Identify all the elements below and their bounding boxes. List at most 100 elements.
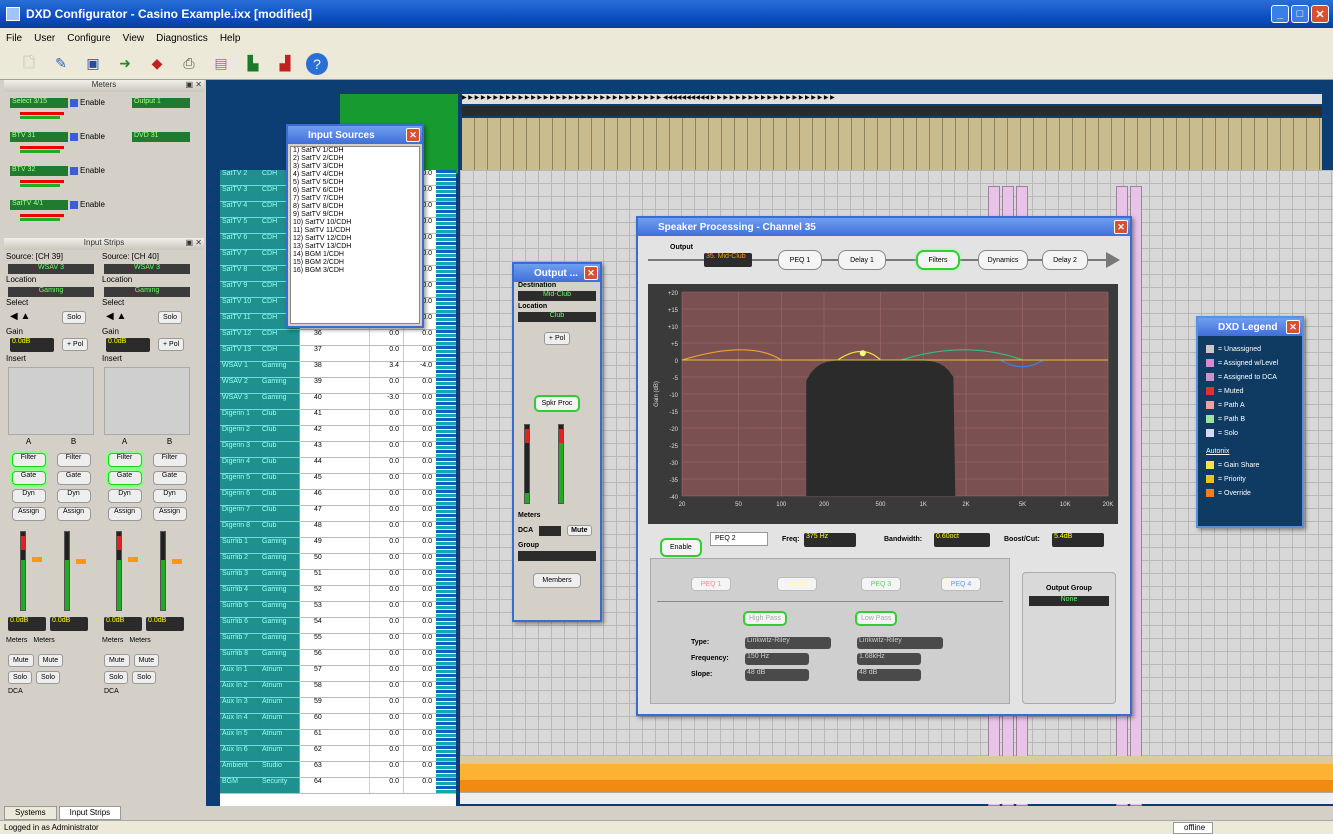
- dyn-button[interactable]: Dyn: [56, 489, 91, 503]
- bandwidth-spinner[interactable]: 0.60oct: [934, 533, 990, 547]
- input-source-item[interactable]: 12) SatTV 12/CDH: [291, 235, 419, 243]
- meters-checkbox[interactable]: Meters: [6, 637, 27, 644]
- enable-checkbox[interactable]: Enable: [70, 132, 105, 141]
- input-source-item[interactable]: 8) SatTV 8/CDH: [291, 203, 419, 211]
- channel-row[interactable]: Aux In 1 Atrium 57 0.0 0.0: [220, 666, 456, 682]
- gate-button[interactable]: Gate: [152, 471, 187, 485]
- channel-row[interactable]: Ambient Studio 63 0.0 0.0: [220, 762, 456, 778]
- peq1-button[interactable]: PEQ 1: [778, 250, 822, 270]
- plug-out-icon[interactable]: ▟: [274, 53, 296, 75]
- gate-button[interactable]: Gate: [11, 471, 46, 485]
- help-icon[interactable]: ?: [306, 52, 328, 75]
- output-select[interactable]: 35. Mid-Club: [704, 253, 752, 267]
- hp-type-dropdown[interactable]: Linkwitz-Riley: [745, 637, 831, 649]
- spkr-proc-button[interactable]: Spkr Proc: [533, 395, 581, 412]
- channel-row[interactable]: Digerin 2 Club 42 0.0 0.0: [220, 426, 456, 442]
- channel-row[interactable]: Aux In 3 Atrium 59 0.0 0.0: [220, 698, 456, 714]
- peq3-select-button[interactable]: PEQ 3: [861, 577, 901, 591]
- solo-button[interactable]: Solo: [8, 671, 33, 684]
- mute-button[interactable]: Mute: [567, 525, 592, 536]
- menu-user[interactable]: User: [34, 33, 55, 44]
- channel-row[interactable]: Digerin 7 Club 47 0.0 0.0: [220, 506, 456, 522]
- meters-checkbox[interactable]: Meters: [514, 512, 600, 519]
- menu-configure[interactable]: Configure: [67, 33, 110, 44]
- channel-row[interactable]: Surrlib 7 Gaming 55 0.0 0.0: [220, 634, 456, 650]
- menu-help[interactable]: Help: [220, 33, 241, 44]
- output-group-value[interactable]: None: [1029, 596, 1109, 606]
- input-source-item[interactable]: 7) SatTV 7/CDH: [291, 195, 419, 203]
- destination-value[interactable]: Mid-Club: [518, 291, 596, 301]
- channel-row[interactable]: WSAV 1 Gaming 38 3.4 -4.0: [220, 362, 456, 378]
- solo-button[interactable]: Solo: [132, 671, 157, 684]
- close-button[interactable]: ✕: [1311, 5, 1329, 23]
- plug-in-icon[interactable]: ▙: [242, 53, 264, 75]
- fader-knob[interactable]: [128, 557, 138, 562]
- fader-knob[interactable]: [32, 557, 42, 562]
- channel-row[interactable]: Digerin 5 Club 45 0.0 0.0: [220, 474, 456, 490]
- gain-spinner[interactable]: 0.0dB: [106, 338, 150, 352]
- input-source-item[interactable]: 5) SatTV 5/CDH: [291, 179, 419, 187]
- arrow-left-icon[interactable]: ◆: [146, 53, 168, 75]
- peq2-select-button[interactable]: PEQ 2: [777, 577, 817, 591]
- gate-button[interactable]: Gate: [56, 471, 91, 485]
- fader-knob[interactable]: [76, 559, 86, 564]
- filter-button[interactable]: Filter: [107, 453, 142, 467]
- channel-row[interactable]: Surrlib 5 Gaming 53 0.0 0.0: [220, 602, 456, 618]
- level-value[interactable]: 0.0dB: [50, 617, 88, 631]
- assign-button[interactable]: Assign: [152, 507, 187, 521]
- input-source-item[interactable]: 15) BGM 2/CDH: [291, 259, 419, 267]
- menu-file[interactable]: File: [6, 33, 22, 44]
- enable-button[interactable]: Enable: [660, 538, 702, 557]
- open-icon[interactable]: ✎: [50, 53, 72, 75]
- filter-button[interactable]: Filter: [56, 453, 91, 467]
- solo-button[interactable]: Solo: [158, 311, 183, 324]
- panel-close-icon[interactable]: ▣ ✕: [186, 238, 202, 247]
- dyn-button[interactable]: Dyn: [11, 489, 46, 503]
- peq2-handle[interactable]: [859, 350, 866, 357]
- tab-systems[interactable]: Systems: [4, 806, 57, 820]
- delay2-button[interactable]: Delay 2: [1042, 250, 1088, 270]
- tab-input-strips[interactable]: Input Strips: [58, 806, 122, 820]
- dyn-button[interactable]: Dyn: [152, 489, 187, 503]
- phase-button[interactable]: + Pol: [62, 338, 89, 351]
- input-source-item[interactable]: 1) SatTV 1/CDH: [291, 147, 419, 155]
- channel-row[interactable]: Surrlib 1 Gaming 49 0.0 0.0: [220, 538, 456, 554]
- menu-diagnostics[interactable]: Diagnostics: [156, 33, 208, 44]
- assign-button[interactable]: Assign: [11, 507, 46, 521]
- channel-row[interactable]: SatTV 12 CDH 36 0.0 0.0: [220, 330, 456, 346]
- delay1-button[interactable]: Delay 1: [838, 250, 886, 270]
- menu-view[interactable]: View: [123, 33, 145, 44]
- low-pass-button[interactable]: Low Pass: [855, 611, 898, 626]
- channel-row[interactable]: Digerin 4 Club 44 0.0 0.0: [220, 458, 456, 474]
- close-icon[interactable]: ✕: [584, 266, 598, 280]
- save-icon[interactable]: ▣: [82, 53, 104, 75]
- dynamics-button[interactable]: Dynamics: [978, 250, 1028, 270]
- meters-checkbox[interactable]: Meters: [129, 637, 150, 644]
- hp-frequency-spinner[interactable]: 150 Hz: [745, 653, 809, 665]
- clipboard-icon[interactable]: ▤: [210, 53, 232, 75]
- close-icon[interactable]: ✕: [406, 128, 420, 142]
- input-source-item[interactable]: 2) SatTV 2/CDH: [291, 155, 419, 163]
- channel-row[interactable]: Surrlib 8 Gaming 56 0.0 0.0: [220, 650, 456, 666]
- assign-button[interactable]: Assign: [56, 507, 91, 521]
- phase-button[interactable]: + Pol: [543, 332, 571, 345]
- enable-checkbox[interactable]: Enable: [70, 166, 105, 175]
- channel-row[interactable]: Digerin 8 Club 48 0.0 0.0: [220, 522, 456, 538]
- lp-slope-dropdown[interactable]: 48 dB: [857, 669, 921, 681]
- channel-row[interactable]: Surrlib 3 Gaming 51 0.0 0.0: [220, 570, 456, 586]
- channel-row[interactable]: Aux In 4 Atrium 60 0.0 0.0: [220, 714, 456, 730]
- assign-button[interactable]: Assign: [107, 507, 142, 521]
- input-source-item[interactable]: 11) SatTV 11/CDH: [291, 227, 419, 235]
- peq4-select-button[interactable]: PEQ 4: [941, 577, 981, 591]
- boost-cut-spinner[interactable]: 5.4dB: [1052, 533, 1104, 547]
- meters-checkbox[interactable]: Meters: [102, 637, 123, 644]
- lp-frequency-spinner[interactable]: 1.68kHz: [857, 653, 921, 665]
- meters-checkbox[interactable]: Meters: [33, 637, 54, 644]
- channel-row[interactable]: Digerin 1 Club 41 0.0 0.0: [220, 410, 456, 426]
- hp-slope-dropdown[interactable]: 48 dB: [745, 669, 809, 681]
- panel-close-icon[interactable]: ▣ ✕: [186, 80, 202, 89]
- channel-row[interactable]: Aux In 6 Atrium 62 0.0 0.0: [220, 746, 456, 762]
- gain-spinner[interactable]: 0.0dB: [10, 338, 54, 352]
- filters-button[interactable]: Filters: [916, 250, 960, 270]
- channel-row[interactable]: Surrlib 4 Gaming 52 0.0 0.0: [220, 586, 456, 602]
